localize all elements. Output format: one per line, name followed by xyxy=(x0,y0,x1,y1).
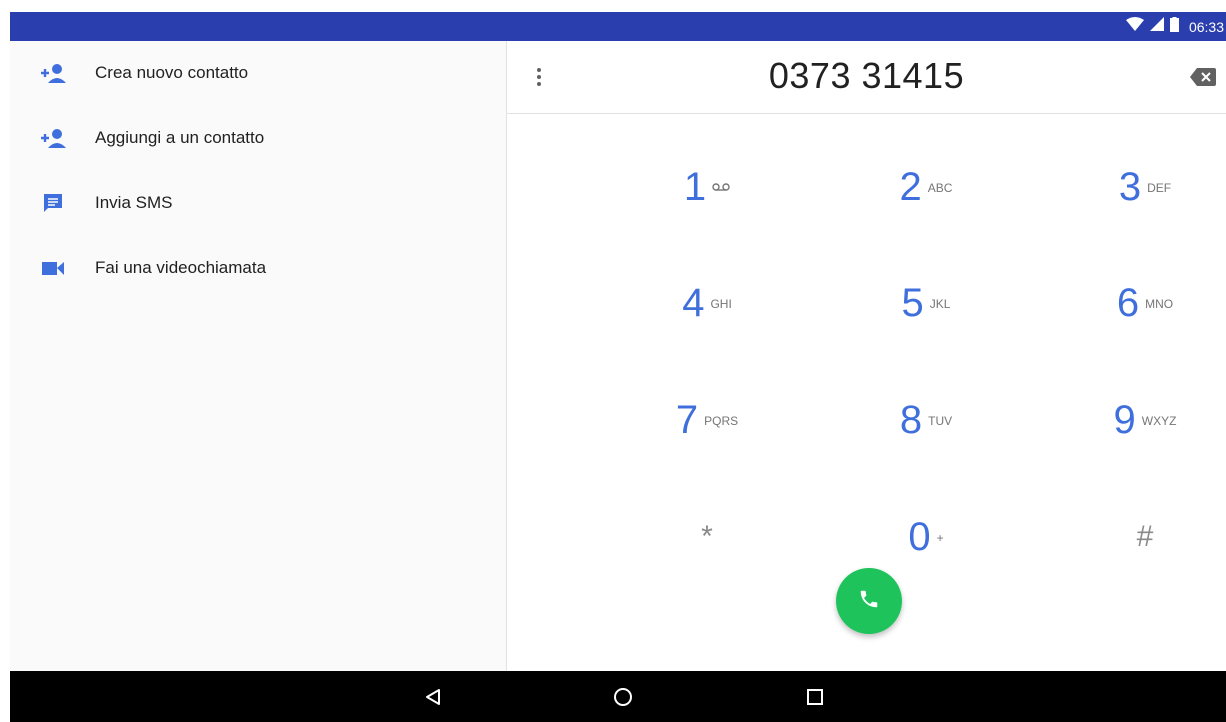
key-digit: 4 xyxy=(682,280,705,325)
call-button[interactable] xyxy=(836,568,902,634)
message-icon xyxy=(38,188,68,218)
key-digit: 2 xyxy=(899,164,922,209)
key-3[interactable]: 3 DEF xyxy=(1045,147,1226,227)
phone-icon xyxy=(858,588,880,615)
key-5[interactable]: 5 JKL xyxy=(826,263,1026,343)
key-digit: 1 xyxy=(683,164,707,209)
key-digit: 6 xyxy=(1116,280,1140,325)
key-letters: + xyxy=(936,531,944,545)
key-letters: ABC xyxy=(927,181,953,195)
key-hash[interactable]: # xyxy=(1045,497,1226,577)
key-digit: # xyxy=(1136,520,1154,553)
key-9[interactable]: 9 WXYZ xyxy=(1045,380,1226,460)
key-digit: 9 xyxy=(1113,397,1136,442)
status-time: 06:33 xyxy=(1188,18,1224,35)
dialer-header: 0373 31415 xyxy=(507,41,1226,114)
key-letters: JKL xyxy=(929,297,951,311)
key-1[interactable]: 1 xyxy=(607,147,807,227)
key-4[interactable]: 4 GHI xyxy=(607,263,807,343)
backspace-icon[interactable] xyxy=(1188,65,1218,89)
key-2[interactable]: 2 ABC xyxy=(826,147,1026,227)
signal-icon xyxy=(1149,17,1164,36)
key-digit: 5 xyxy=(901,280,924,325)
add-person-icon xyxy=(38,58,68,88)
home-icon[interactable] xyxy=(598,671,648,722)
add-to-contact-item[interactable]: Aggiungi a un contatto xyxy=(10,113,506,163)
dialpad-panel: 0373 31415 1 2 ABC 3 DEF 4 GHI 5 JKL 6 M… xyxy=(507,41,1226,671)
actions-panel: Crea nuovo contatto Aggiungi a un contat… xyxy=(10,41,507,671)
send-sms-item[interactable]: Invia SMS xyxy=(10,178,506,228)
key-6[interactable]: 6 MNO xyxy=(1045,263,1226,343)
key-letters: DEF xyxy=(1147,181,1172,195)
key-digit: * xyxy=(701,520,713,553)
key-digit: 7 xyxy=(675,397,699,442)
recents-icon[interactable] xyxy=(790,671,840,722)
add-person-icon xyxy=(38,123,68,153)
create-contact-item[interactable]: Crea nuovo contatto xyxy=(10,48,506,98)
video-call-item[interactable]: Fai una videochiamata xyxy=(10,243,506,293)
key-8[interactable]: 8 TUV xyxy=(826,380,1026,460)
navigation-bar xyxy=(10,671,1226,722)
dialed-number: 0373 31415 xyxy=(768,55,965,96)
key-letters: GHI xyxy=(710,297,732,311)
action-label: Aggiungi a un contatto xyxy=(95,128,265,147)
action-label: Fai una videochiamata xyxy=(95,258,267,277)
back-icon[interactable] xyxy=(408,671,458,722)
key-letters: MNO xyxy=(1145,297,1174,311)
status-bar: 06:33 xyxy=(10,12,1226,41)
key-7[interactable]: 7 PQRS xyxy=(607,380,807,460)
key-0[interactable]: 0 + xyxy=(826,497,1026,577)
status-icons: 06:33 xyxy=(1125,12,1226,41)
key-letters: TUV xyxy=(928,414,953,428)
key-letters: WXYZ xyxy=(1141,414,1177,428)
key-digit: 0 xyxy=(908,514,931,559)
voicemail-icon xyxy=(712,181,730,195)
key-digit: 8 xyxy=(899,397,923,442)
videocam-icon xyxy=(38,253,68,283)
key-digit: 3 xyxy=(1118,164,1142,209)
action-label: Crea nuovo contatto xyxy=(95,63,249,82)
action-label: Invia SMS xyxy=(95,193,173,212)
battery-icon xyxy=(1169,16,1179,37)
key-star[interactable]: * xyxy=(607,497,807,577)
wifi-icon xyxy=(1125,17,1144,36)
key-letters: PQRS xyxy=(704,414,739,428)
